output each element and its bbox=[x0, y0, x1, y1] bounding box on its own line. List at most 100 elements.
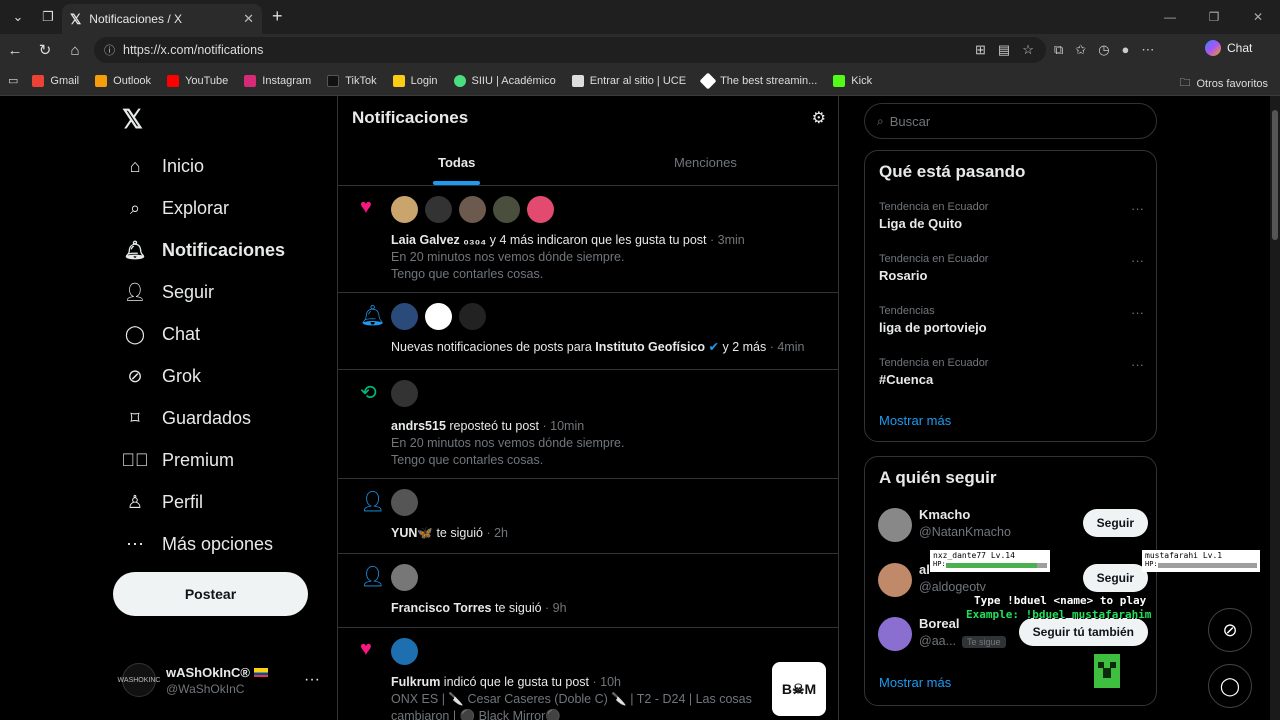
notification-item[interactable]: 👤︎ Francisco Torres te siguió · 9h bbox=[338, 554, 838, 628]
tab-list-chevron-icon[interactable]: ⌄ bbox=[6, 5, 30, 29]
close-window-icon[interactable]: ✕ bbox=[1236, 10, 1280, 24]
menu-dots-icon[interactable]: ⋯ bbox=[1141, 42, 1154, 58]
bookmark-siiu[interactable]: SIIU | Académico bbox=[453, 74, 556, 87]
user-name[interactable]: andrs515 bbox=[391, 419, 446, 433]
new-tab-icon[interactable]: + bbox=[272, 6, 283, 27]
trend-item[interactable]: Tendencias liga de portoviejo ··· bbox=[879, 305, 1144, 335]
bookmark-outlook[interactable]: Outlook bbox=[95, 74, 151, 87]
sidebar-item-premium[interactable]: ✓⃝ Premium bbox=[122, 447, 235, 473]
bookmark-login[interactable]: Login bbox=[392, 74, 438, 87]
trend-more-icon[interactable]: ··· bbox=[1131, 201, 1144, 216]
bookmark-instagram[interactable]: Instagram bbox=[244, 74, 311, 87]
bookmark-streaming[interactable]: The best streamin... bbox=[699, 72, 817, 89]
sidebar-item-grok[interactable]: ⊘ Grok bbox=[122, 363, 201, 389]
search-input[interactable]: ⌕ Buscar bbox=[864, 103, 1157, 139]
avatar[interactable] bbox=[391, 489, 418, 516]
trend-item[interactable]: Tendencia en Ecuador Rosario ··· bbox=[879, 253, 1144, 283]
avatar[interactable] bbox=[391, 196, 418, 223]
trend-item[interactable]: Tendencia en Ecuador #Cuenca ··· bbox=[879, 357, 1144, 387]
notification-item[interactable]: 👤︎ YUN🦋 te siguió · 2h bbox=[338, 479, 838, 554]
bookmark-tiktok[interactable]: TikTok bbox=[327, 74, 377, 87]
avatar[interactable] bbox=[459, 303, 486, 330]
trend-more-icon[interactable]: ··· bbox=[1131, 253, 1144, 268]
sidebar-item-notificaciones[interactable]: 🔔︎ Notificaciones bbox=[122, 237, 285, 263]
settings-gear-icon[interactable]: ⚙ bbox=[812, 108, 826, 128]
favorites-icon[interactable]: ✩ bbox=[1075, 42, 1086, 58]
sidebar-item-inicio[interactable]: ⌂ Inicio bbox=[122, 153, 204, 179]
avatar[interactable] bbox=[493, 196, 520, 223]
bookmark-kick[interactable]: Kick bbox=[833, 74, 872, 87]
tab-todas[interactable]: Todas bbox=[438, 155, 475, 170]
avatar[interactable] bbox=[527, 196, 554, 223]
workspaces-icon[interactable]: ❐ bbox=[36, 5, 60, 29]
post-thumbnail[interactable]: B☠M bbox=[772, 662, 826, 716]
avatar[interactable] bbox=[425, 196, 452, 223]
follow-suggestion[interactable]: Kmacho @NatanKmacho Seguir bbox=[878, 505, 1148, 545]
sidebar-item-chat[interactable]: ◯ Chat bbox=[122, 321, 200, 347]
x-logo-icon[interactable]: 𝕏 bbox=[122, 104, 143, 135]
account-switcher[interactable]: WASHOKINC wAShOkInC® @WaShOkInC bbox=[118, 663, 268, 697]
user-name[interactable]: YUN🦋 bbox=[391, 526, 433, 540]
follow-button[interactable]: Seguir bbox=[1082, 564, 1148, 592]
copilot-chat-button[interactable]: Chat bbox=[1205, 40, 1252, 56]
favorite-star-icon[interactable]: ☆ bbox=[1022, 42, 1034, 58]
follow-back-button[interactable]: Seguir tú también bbox=[1018, 618, 1148, 646]
bookmarks-menu-icon[interactable]: ▭ bbox=[8, 74, 18, 87]
maximize-icon[interactable]: ❐ bbox=[1192, 10, 1236, 24]
reader-icon[interactable]: ▤ bbox=[998, 42, 1010, 58]
user-name[interactable]: Francisco Torres bbox=[391, 601, 492, 615]
notification-item[interactable]: ♥ Fulkrum indicó que le gusta tu post · … bbox=[338, 628, 838, 720]
browser-tab[interactable]: 𝕏 Notificaciones / X ✕ bbox=[62, 4, 262, 34]
reload-icon[interactable]: ↻ bbox=[30, 41, 60, 59]
app-icon[interactable]: ⊞ bbox=[975, 42, 986, 58]
sidebar-item-guardados[interactable]: ⌑ Guardados bbox=[122, 405, 251, 431]
back-icon[interactable]: ← bbox=[0, 42, 30, 59]
bookmark-youtube[interactable]: YouTube bbox=[167, 74, 228, 87]
notification-item[interactable]: ⟲ andrs515 reposteó tu post · 10min En 2… bbox=[338, 370, 838, 479]
account-more-icon[interactable]: ··· bbox=[304, 671, 320, 689]
scrollbar-thumb[interactable] bbox=[1272, 110, 1278, 240]
follow-button[interactable]: Seguir bbox=[1082, 509, 1148, 537]
bookmark-uce[interactable]: Entrar al sitio | UCE bbox=[571, 74, 686, 87]
user-name[interactable]: Instituto Geofísico bbox=[595, 340, 705, 354]
avatar[interactable] bbox=[391, 638, 418, 665]
avatar[interactable] bbox=[459, 196, 486, 223]
other-bookmarks[interactable]: 🗀 Otros favoritos bbox=[1179, 74, 1268, 93]
tab-menciones[interactable]: Menciones bbox=[674, 155, 737, 170]
trend-more-icon[interactable]: ··· bbox=[1131, 305, 1144, 320]
messages-fab-icon[interactable]: ◯ bbox=[1208, 664, 1252, 708]
address-bar[interactable]: ⓘ https://x.com/notifications bbox=[94, 37, 1046, 63]
bookmark-gmail[interactable]: Gmail bbox=[32, 74, 79, 87]
sidebar-item-explorar[interactable]: ⌕ Explorar bbox=[122, 195, 229, 221]
user-name[interactable]: Fulkrum bbox=[391, 675, 440, 689]
avatar[interactable] bbox=[391, 303, 418, 330]
post-button[interactable]: Postear bbox=[113, 572, 308, 616]
show-more-follow-link[interactable]: Mostrar más bbox=[879, 675, 951, 690]
trend-more-icon[interactable]: ··· bbox=[1131, 357, 1144, 372]
home-browser-icon[interactable]: ⌂ bbox=[60, 42, 90, 59]
show-more-trends-link[interactable]: Mostrar más bbox=[879, 413, 951, 428]
site-info-icon[interactable]: ⓘ bbox=[104, 42, 115, 58]
trend-item[interactable]: Tendencia en Ecuador Liga de Quito ··· bbox=[879, 201, 1144, 231]
avatar[interactable] bbox=[391, 380, 418, 407]
extensions-icon[interactable]: ⧉ bbox=[1054, 42, 1063, 58]
notification-item[interactable]: 🔔︎ Nuevas notificaciones de posts para I… bbox=[338, 293, 838, 370]
close-tab-icon[interactable]: ✕ bbox=[243, 11, 254, 27]
user-name[interactable]: Laia Galvez ₀₃₀₄ bbox=[391, 233, 486, 247]
page-scrollbar[interactable] bbox=[1270, 96, 1280, 720]
notification-item[interactable]: ♥ Laia Galvez ₀₃₀₄ y 4 más indicaron que… bbox=[338, 186, 838, 293]
history-icon[interactable]: ◷ bbox=[1098, 42, 1109, 58]
avatar[interactable] bbox=[391, 564, 418, 591]
suggestion-handle: @NatanKmacho bbox=[919, 525, 1011, 539]
suggestion-handle: @aldogeotv bbox=[919, 580, 986, 594]
avatar[interactable] bbox=[878, 508, 912, 542]
sidebar-item-mas-opciones[interactable]: ⋯ Más opciones bbox=[122, 531, 273, 557]
sidebar-item-seguir[interactable]: 👤︎ Seguir bbox=[122, 279, 214, 305]
avatar[interactable] bbox=[878, 617, 912, 651]
minimize-icon[interactable]: — bbox=[1148, 10, 1192, 24]
avatar[interactable] bbox=[425, 303, 452, 330]
avatar[interactable] bbox=[878, 563, 912, 597]
grok-fab-icon[interactable]: ⊘ bbox=[1208, 608, 1252, 652]
profile-avatar-icon[interactable]: ● bbox=[1122, 42, 1130, 58]
sidebar-item-perfil[interactable]: ♙ Perfil bbox=[122, 489, 203, 515]
